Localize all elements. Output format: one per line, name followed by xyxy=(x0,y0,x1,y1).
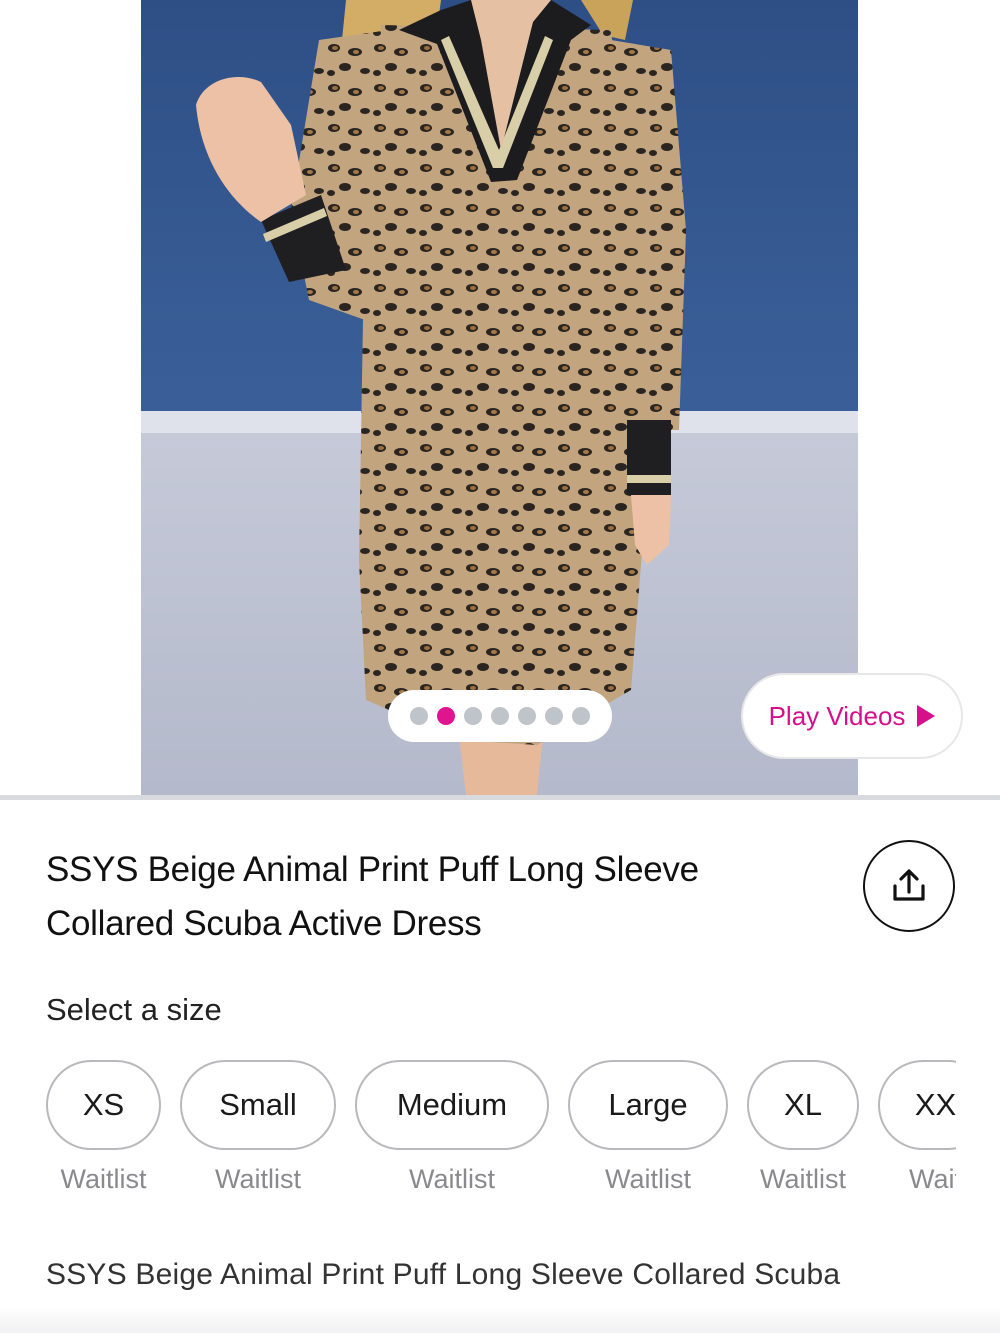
size-pill[interactable]: XS xyxy=(46,1060,161,1150)
product-description-preview: SSYS Beige Animal Print Puff Long Sleeve… xyxy=(46,1258,841,1291)
size-selector: XS Waitlist Small Waitlist Medium Waitli… xyxy=(46,1060,956,1210)
size-pill[interactable]: Small xyxy=(180,1060,336,1150)
play-videos-label: Play Videos xyxy=(768,700,906,731)
pagination-dot[interactable] xyxy=(410,707,428,725)
size-pill[interactable]: Large xyxy=(568,1060,728,1150)
pagination-dot[interactable] xyxy=(572,707,590,725)
product-page: Play Videos SSYS Beige Animal Print Puff… xyxy=(0,0,1000,1333)
size-status: Waitlist xyxy=(409,1164,495,1194)
product-photo[interactable] xyxy=(141,0,858,795)
size-status: Waitlist xyxy=(605,1164,691,1194)
size-pill[interactable]: XX xyxy=(878,1060,956,1150)
product-title-line-2: Collared Scuba Active Dress xyxy=(46,904,482,943)
size-status: Waitlist xyxy=(760,1164,846,1194)
section-divider xyxy=(0,795,1000,800)
size-status: Waitlist xyxy=(215,1164,301,1194)
product-gallery[interactable]: Play Videos xyxy=(0,0,1000,795)
pagination-dot[interactable] xyxy=(464,707,482,725)
size-option-xl[interactable]: XL Waitlist xyxy=(747,1060,859,1210)
size-section-label: Select a size xyxy=(46,992,222,1027)
size-option-small[interactable]: Small Waitlist xyxy=(180,1060,336,1210)
share-button[interactable] xyxy=(863,840,955,932)
size-status: Wait xyxy=(909,1164,956,1194)
pagination-dot[interactable] xyxy=(518,707,536,725)
size-pill[interactable]: Medium xyxy=(355,1060,549,1150)
product-title: SSYS Beige Animal Print Puff Long Sleeve… xyxy=(46,843,806,951)
size-option-xs[interactable]: XS Waitlist xyxy=(46,1060,161,1210)
size-status: Waitlist xyxy=(60,1164,147,1194)
size-option-xx[interactable]: XX Wait xyxy=(878,1060,956,1210)
pagination-dot[interactable] xyxy=(545,707,563,725)
play-videos-button[interactable]: Play Videos xyxy=(741,673,963,759)
share-icon xyxy=(893,869,925,901)
product-title-line-1: SSYS Beige Animal Print Puff Long Sleeve xyxy=(46,850,699,889)
size-pill[interactable]: XL xyxy=(747,1060,859,1150)
gallery-pagination[interactable] xyxy=(388,690,612,742)
dress-figure-illustration xyxy=(196,0,686,795)
size-option-large[interactable]: Large Waitlist xyxy=(568,1060,728,1210)
size-option-medium[interactable]: Medium Waitlist xyxy=(355,1060,549,1210)
pagination-dot[interactable] xyxy=(491,707,509,725)
play-triangle-icon xyxy=(917,705,936,727)
pagination-dot-active[interactable] xyxy=(437,707,455,725)
bottom-fade xyxy=(0,1306,1000,1333)
